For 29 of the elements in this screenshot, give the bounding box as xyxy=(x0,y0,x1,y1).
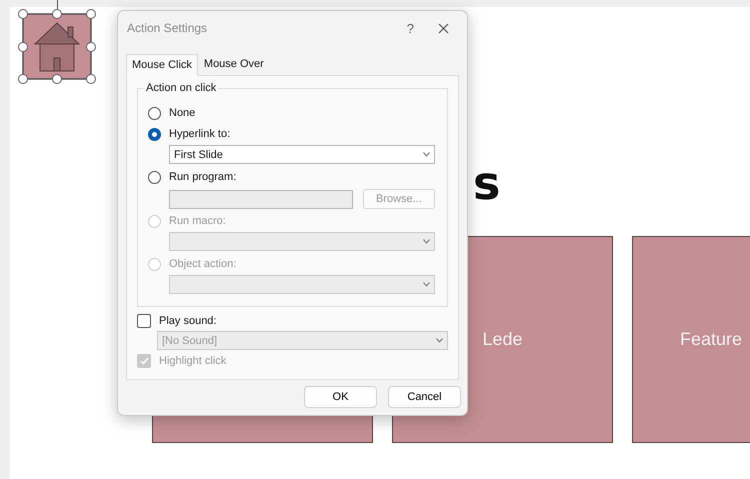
radio-button[interactable] xyxy=(148,170,161,184)
checkbox-label: Highlight click xyxy=(159,355,226,367)
checkbox[interactable] xyxy=(137,314,151,328)
dropdown[interactable]: First Slide xyxy=(169,145,435,164)
checkbox-label: Play sound: xyxy=(159,315,216,327)
caret-icon xyxy=(436,338,443,343)
radio-label: Run macro: xyxy=(169,215,226,227)
check-icon xyxy=(140,357,148,365)
box-label: Feature xyxy=(680,329,742,350)
slide-title: s xyxy=(473,160,500,206)
help-button[interactable]: ? xyxy=(406,20,414,36)
caret-icon xyxy=(423,282,430,287)
tab[interactable]: Mouse Over xyxy=(198,53,270,75)
radio-label: Run program: xyxy=(169,171,236,183)
caret-icon xyxy=(423,152,430,157)
dialog-button[interactable]: OK xyxy=(304,386,377,408)
house-shape[interactable] xyxy=(22,13,92,80)
window-title: Action Settings xyxy=(127,21,208,35)
caret-icon xyxy=(423,239,430,244)
radio-button[interactable] xyxy=(148,106,161,120)
group-title: Action on click xyxy=(144,82,218,94)
radio-label: None xyxy=(169,107,196,119)
radio-label: Object action: xyxy=(169,258,236,270)
radio-button[interactable] xyxy=(148,128,161,140)
tab[interactable]: Mouse Click xyxy=(126,54,198,76)
close-icon[interactable] xyxy=(438,22,449,34)
radio-label: Hyperlink to: xyxy=(169,128,230,140)
box-label: Lede xyxy=(482,329,523,350)
dialog-button[interactable]: Cancel xyxy=(388,386,461,408)
